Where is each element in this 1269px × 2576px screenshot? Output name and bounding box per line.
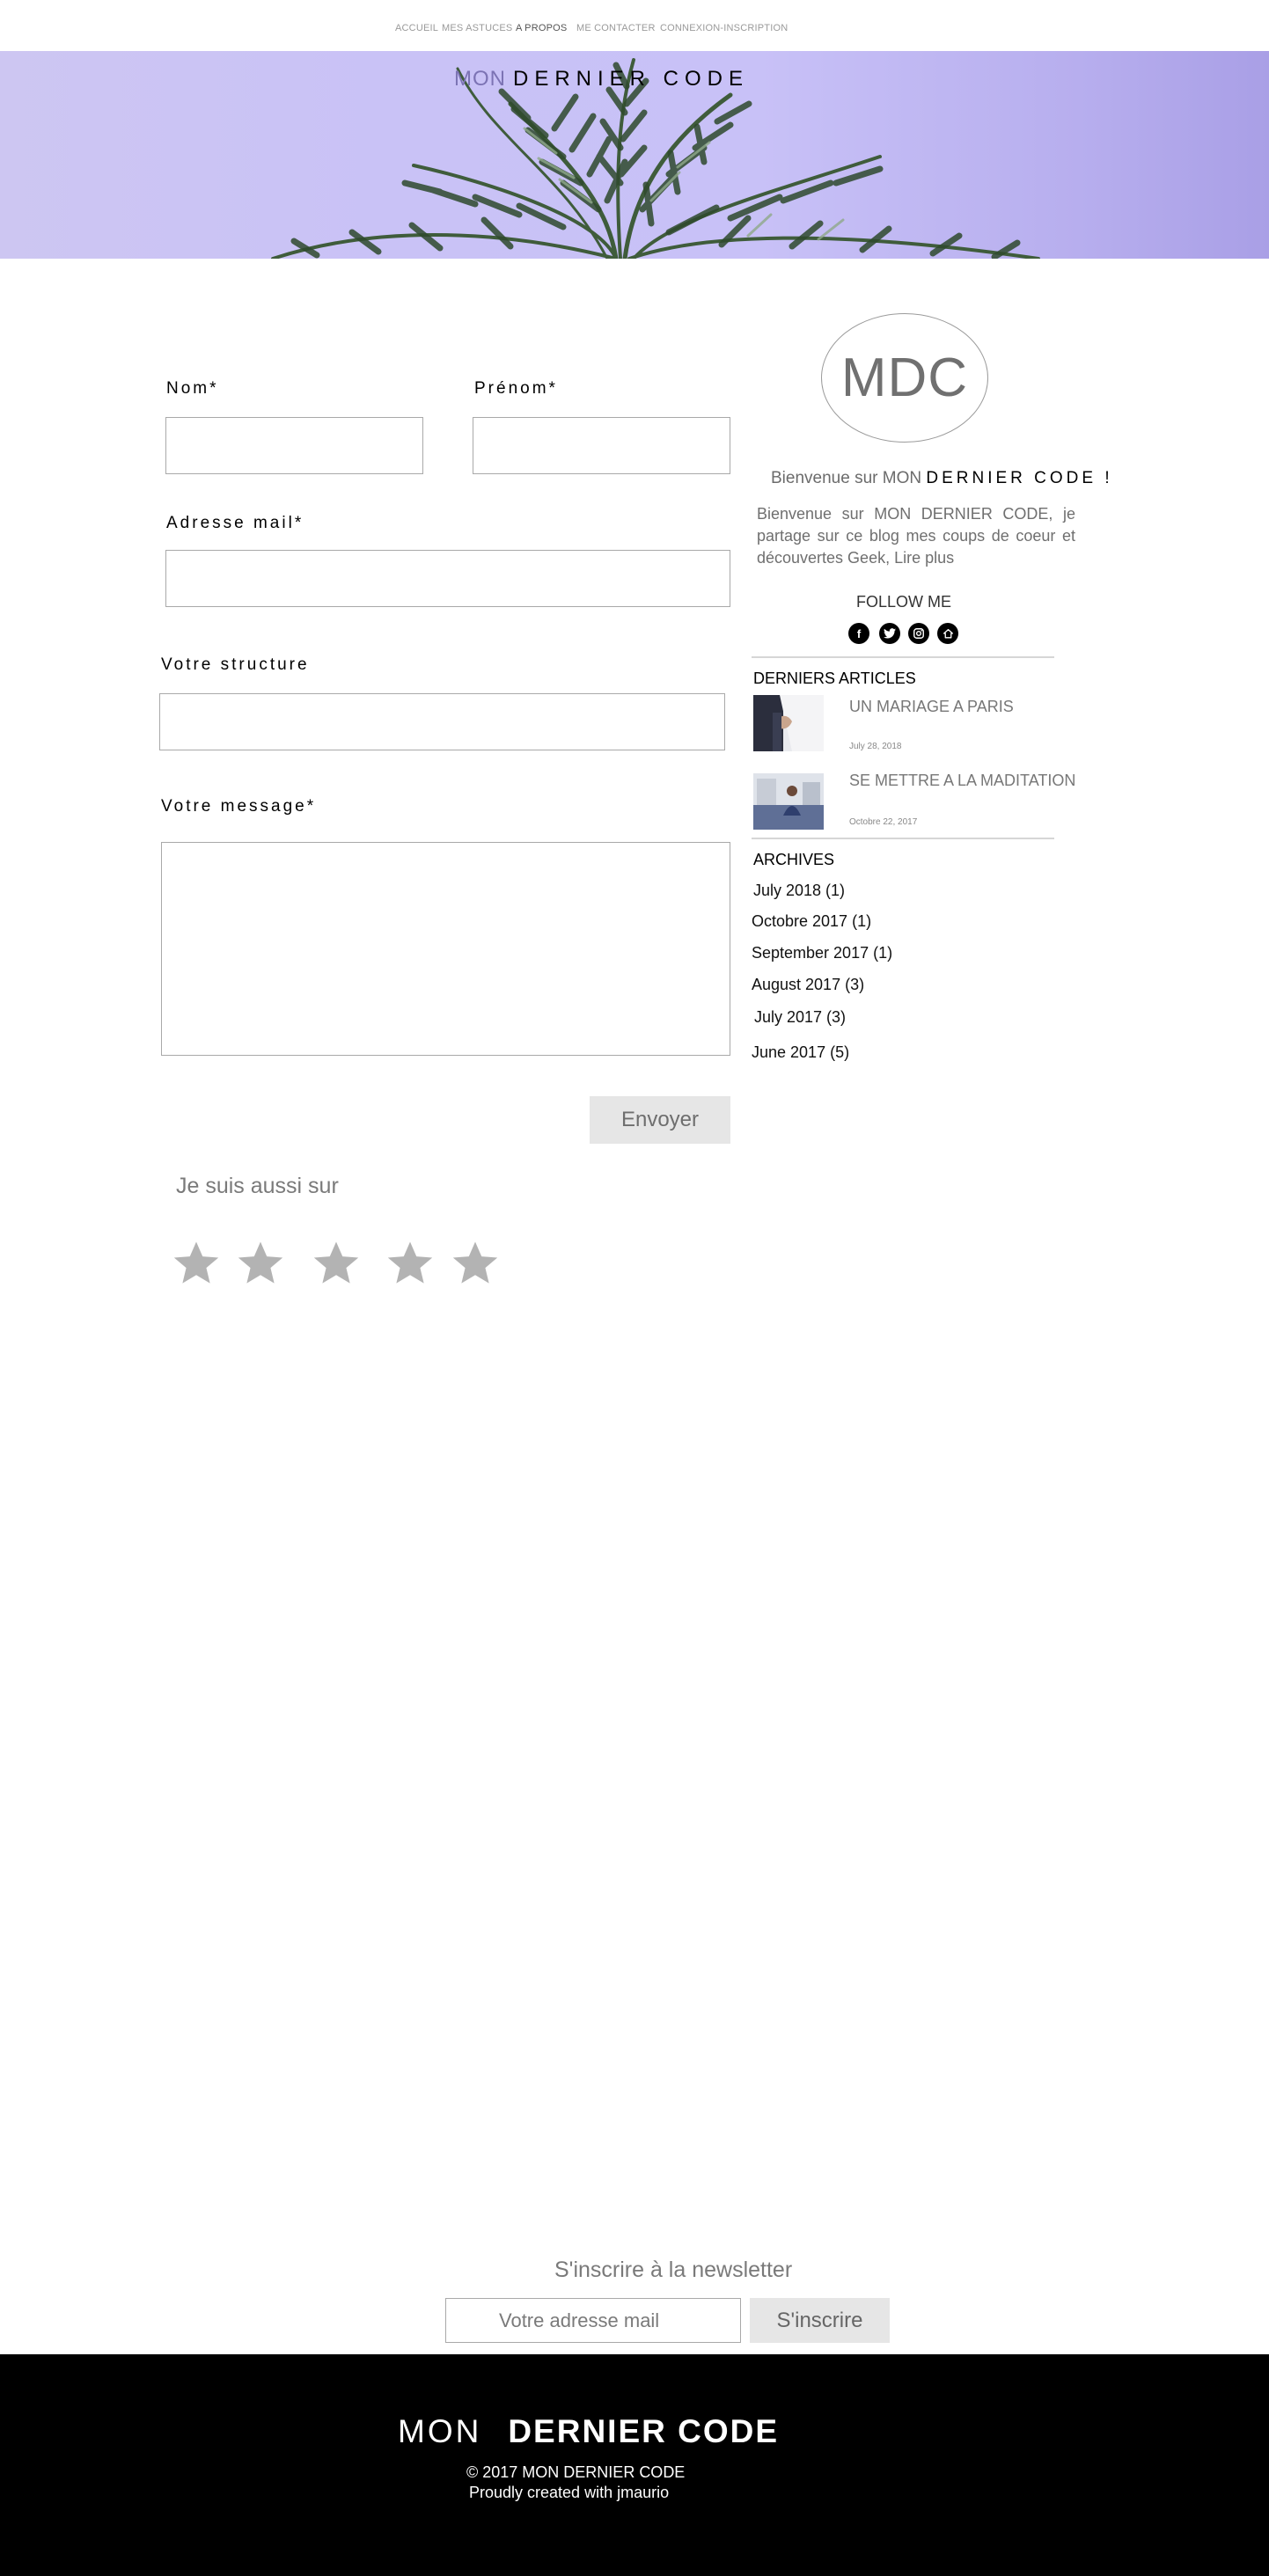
message-label: Votre message* [161,797,317,816]
structure-input[interactable] [160,694,724,750]
star-icon[interactable] [312,1239,361,1288]
archive-link[interactable]: July 2018 (1) [753,882,845,900]
footer-credit: Proudly created with jmaurio [469,2484,670,2501]
archives-title: ARCHIVES [753,851,835,868]
archive-link[interactable]: Octobre 2017 (1) [752,912,871,931]
welcome-brand: DERNIER CODE ! [926,469,1113,487]
divider [752,838,1054,839]
prenom-label: Prénom* [474,379,558,398]
footer-brand-mon: MON [398,2413,482,2449]
recent-articles-title: DERNIERS ARTICLES [753,670,916,687]
article-title[interactable]: SE METTRE A LA MADITATION [849,772,1075,790]
archive-link[interactable]: June 2017 (5) [752,1043,849,1062]
article-thumbnail-meditation[interactable] [753,773,824,830]
article-thumbnail-wedding[interactable] [753,695,824,751]
newsletter-email-input[interactable] [445,2298,741,2343]
nav-item-a-propos[interactable]: A PROPOS [516,23,567,33]
top-nav: ACCUEIL MES ASTUCES A PROPOS ME CONTACTE… [0,0,1269,51]
site-brand[interactable]: MON DERNIER CODE [454,67,749,91]
brand-mon: MON [454,67,506,91]
prenom-input[interactable] [473,418,730,473]
structure-field[interactable] [159,693,725,750]
nom-field[interactable] [165,417,423,474]
subscribe-button[interactable]: S'inscrire [750,2298,890,2343]
email-input[interactable] [166,551,730,606]
archive-link[interactable]: August 2017 (3) [752,976,864,994]
email-label: Adresse mail* [166,514,304,532]
star-icon[interactable] [172,1239,221,1288]
social-section-title: Je suis aussi sur [176,1174,339,1198]
welcome-prefix: Bienvenue sur MON [771,469,922,487]
follow-me-label: FOLLOW ME [856,593,952,611]
welcome-text: Bienvenue sur MON DERNIER CODE ! [771,469,1113,488]
facebook-icon[interactable]: f [848,623,869,644]
star-icon[interactable] [451,1239,500,1288]
intro-paragraph[interactable]: Bienvenue sur MON DERNIER CODE, je parta… [757,503,1075,569]
brand-dernier-code: DERNIER CODE [513,67,750,91]
nav-item-me-contacter[interactable]: ME CONTACTER [576,23,656,33]
archive-link[interactable]: July 2017 (3) [754,1008,846,1027]
nav-item-mes-astuces[interactable]: MES ASTUCES [442,23,512,33]
mdc-logo: MDC [821,313,988,443]
footer-brand-dernier-code: DERNIER CODE [508,2413,780,2449]
email-field[interactable] [165,550,730,607]
archive-link[interactable]: September 2017 (1) [752,944,892,962]
star-icon[interactable] [385,1239,435,1288]
newsletter-title: S'inscrire à la newsletter [554,2258,793,2282]
instagram-icon[interactable] [908,623,929,644]
twitter-icon[interactable] [879,623,900,644]
structure-label: Votre structure [161,655,310,674]
article-date: Octobre 22, 2017 [849,817,918,827]
nom-label: Nom* [166,379,219,398]
home-icon[interactable] [937,623,958,644]
footer-copyright: © 2017 MON DERNIER CODE [466,2463,686,2481]
prenom-field[interactable] [473,417,730,474]
envoyer-button[interactable]: Envoyer [590,1096,730,1144]
article-date: July 28, 2018 [849,742,902,751]
nom-input[interactable] [166,418,422,473]
message-field[interactable] [161,842,730,1056]
nav-item-accueil[interactable]: ACCUEIL [395,23,438,33]
footer-brand: MON DERNIER CODE [398,2413,779,2450]
divider [752,656,1054,658]
article-title[interactable]: UN MARIAGE A PARIS [849,698,1014,716]
message-textarea[interactable] [162,843,730,1055]
star-icon[interactable] [236,1239,285,1288]
nav-item-connexion-inscription[interactable]: CONNEXION-INSCRIPTION [660,23,788,33]
